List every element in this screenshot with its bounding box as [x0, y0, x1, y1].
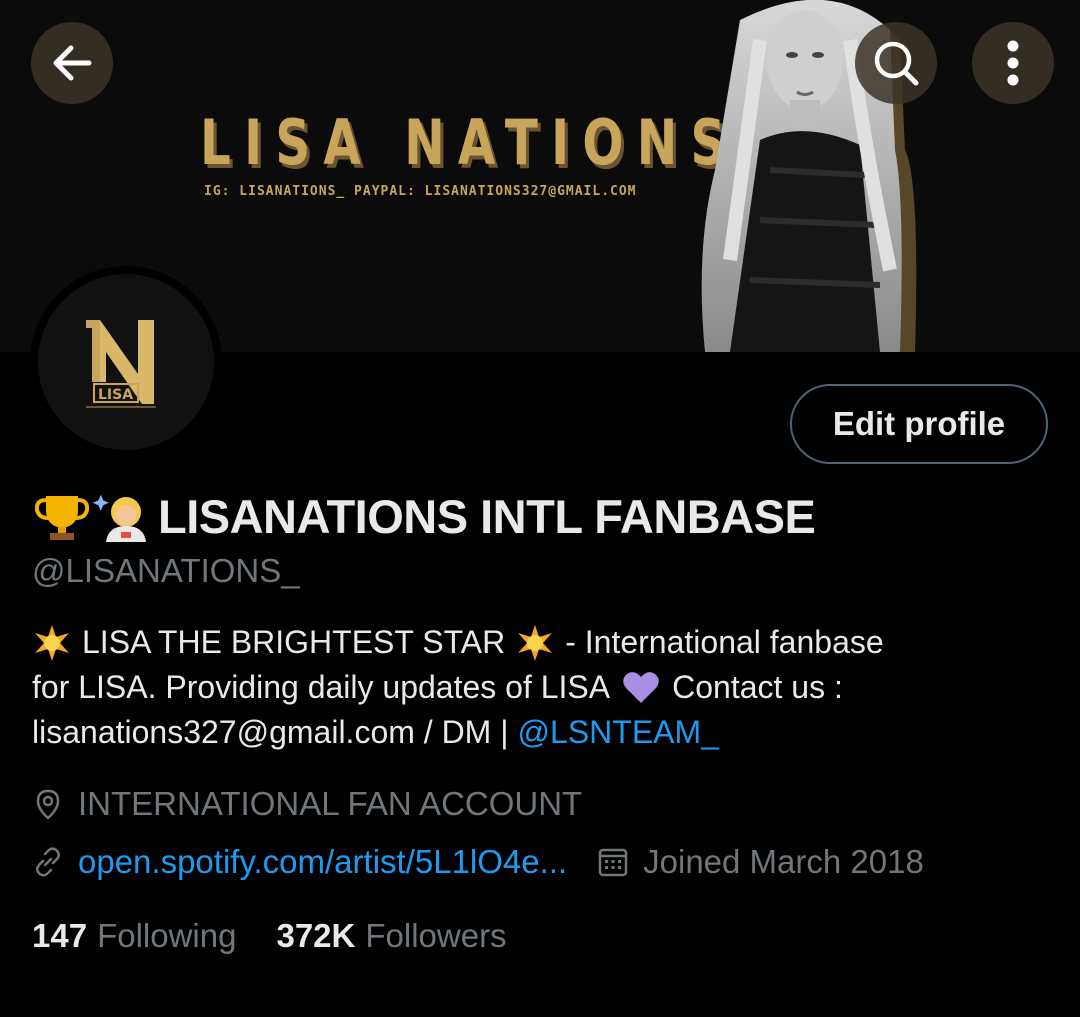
display-name: LISANATIONS INTL FANBASE	[158, 489, 816, 543]
website-link[interactable]: open.spotify.com/artist/5L1lO4e...	[78, 843, 567, 881]
bio-text-1-tail: - International fanbase	[565, 624, 884, 660]
more-options-button[interactable]	[972, 22, 1054, 104]
edit-profile-button[interactable]: Edit profile	[790, 384, 1048, 464]
search-button[interactable]	[855, 22, 937, 104]
bio-mention-link[interactable]: @LSNTEAM_	[518, 710, 719, 755]
links-row: open.spotify.com/artist/5L1lO4e... Joine…	[32, 840, 924, 884]
location-text: INTERNATIONAL FAN ACCOUNT	[78, 785, 583, 822]
bio-line-2: for LISA. Providing daily updates of LIS…	[32, 665, 1032, 710]
bio-text-3: lisanations327@gmail.com / DM |	[32, 714, 509, 750]
svg-text:LISA: LISA	[98, 387, 133, 403]
calendar-icon	[597, 846, 629, 878]
joined-date: Joined March 2018	[643, 843, 924, 880]
banner-photo	[701, 0, 917, 352]
bio-text-2-tail: Contact us :	[672, 669, 843, 705]
following-label: Following	[97, 917, 237, 954]
profile-bio: LISA THE BRIGHTEST STAR - International …	[32, 620, 1032, 755]
woman-astronaut-emoji	[92, 490, 152, 542]
location-row: INTERNATIONAL FAN ACCOUNT	[32, 782, 582, 826]
followers-stat[interactable]: 372K Followers	[276, 917, 506, 955]
display-name-row: LISANATIONS INTL FANBASE	[32, 489, 816, 543]
bio-line-1: LISA THE BRIGHTEST STAR - International …	[32, 620, 1032, 665]
username-handle: @LISANATIONS_	[32, 552, 300, 589]
follow-stats: 147 Following 372K Followers	[32, 914, 507, 958]
link-icon	[32, 846, 64, 878]
search-icon	[874, 41, 919, 86]
glowing-star-emoji	[32, 623, 72, 663]
bio-line-3: lisanations327@gmail.com / DM | @LSNTEAM…	[32, 710, 1032, 755]
followers-label: Followers	[365, 917, 507, 954]
back-button[interactable]	[31, 22, 113, 104]
followers-count: 372K	[276, 917, 356, 954]
profile-page: LISA NATIONS IG: LISANATIONS_ PAYPAL: LI…	[0, 0, 1080, 1017]
purple-heart-emoji	[622, 671, 660, 705]
banner-title: LISA NATIONS	[200, 106, 739, 179]
following-count: 147	[32, 917, 88, 954]
bio-text-2: for LISA. Providing daily updates of LIS…	[32, 669, 611, 705]
avatar-image: LISA	[38, 274, 214, 450]
profile-avatar[interactable]: LISA	[30, 266, 222, 458]
arrow-left-icon	[53, 45, 92, 81]
more-vertical-icon	[1007, 40, 1019, 86]
glowing-star-emoji	[515, 623, 555, 663]
bio-text-1: LISA THE BRIGHTEST STAR	[82, 624, 506, 660]
trophy-emoji	[32, 490, 92, 542]
lisanations-logo: LISA	[86, 320, 156, 408]
following-stat[interactable]: 147 Following	[32, 917, 236, 955]
location-pin-icon	[32, 788, 64, 820]
banner-subtitle: IG: LISANATIONS_ PAYPAL: LISANATIONS327@…	[204, 184, 637, 199]
